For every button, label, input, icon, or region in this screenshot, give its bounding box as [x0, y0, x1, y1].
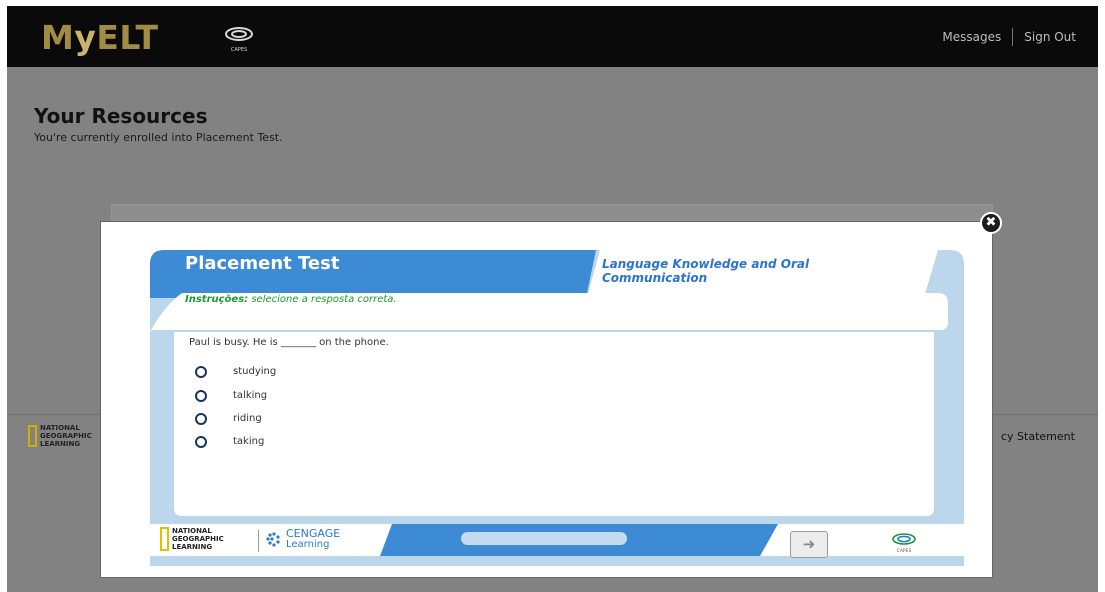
close-modal-button[interactable]: ✖ [980, 212, 1002, 234]
progress-bar [461, 532, 627, 545]
cengage-learning-logo: CENGAGE Learning [286, 527, 341, 550]
footer-logo-divider [258, 530, 259, 552]
question-area [174, 332, 934, 516]
quiz-title: Placement Test [185, 253, 340, 274]
option-label: talking [233, 390, 268, 401]
option-label: riding [233, 413, 262, 424]
question-text: Paul is busy. He is _______ on the phone… [189, 337, 389, 348]
radio-button[interactable] [195, 436, 207, 448]
national-geographic-learning-logo: NATIONAL GEOGRAPHIC LEARNING [160, 527, 224, 551]
radio-button[interactable] [195, 413, 207, 425]
next-button[interactable]: ➜ [790, 531, 828, 558]
capes-footer-logo: CAPES [892, 533, 916, 554]
quiz-bottom-strip [150, 556, 964, 566]
option-label: taking [233, 436, 265, 447]
arrow-right-icon: ➜ [802, 535, 816, 553]
capes-footer-logo-text: CAPES [897, 548, 912, 554]
option-label: studying [233, 366, 277, 377]
radio-button[interactable] [195, 366, 207, 378]
cengage-logo-icon [266, 532, 280, 547]
radio-button[interactable] [195, 390, 207, 402]
close-icon: ✖ [985, 215, 997, 230]
quiz-section-title: Language Knowledge and Oral Communicatio… [602, 257, 810, 285]
quiz-frame [150, 250, 964, 566]
instructions: Instruções: selecione a resposta correta… [185, 294, 397, 305]
